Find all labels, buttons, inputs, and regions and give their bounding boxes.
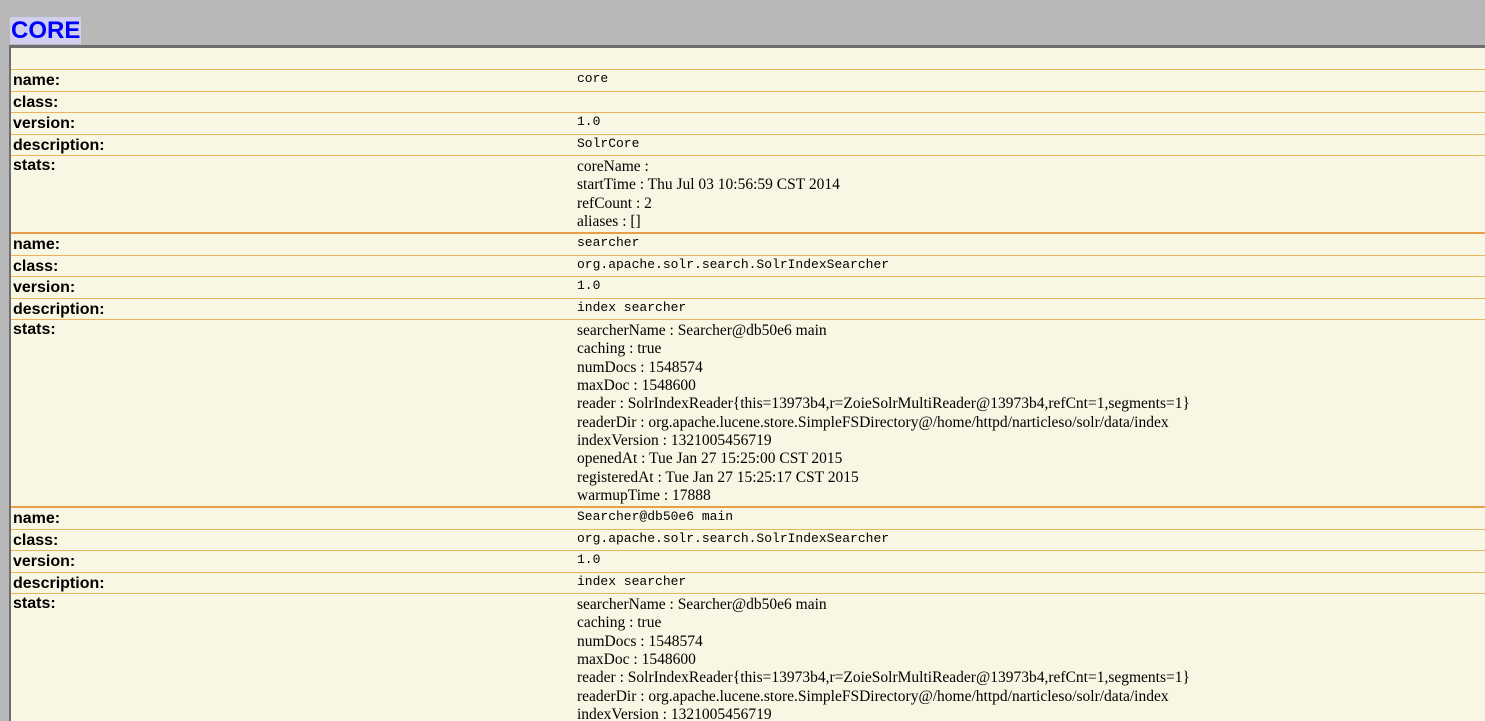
version-label: version: [13,115,76,132]
stats-label: stats: [13,595,56,613]
description-value: index searcher [577,573,687,589]
stat-line: registeredAt : Tue Jan 27 15:25:17 CST 2… [577,468,859,486]
stat-line: searcherName : Searcher@db50e6 main [577,596,827,614]
name-row: name: Searcher@db50e6 main [11,508,1485,530]
description-value: index searcher [577,299,687,315]
stat-line: readerDir : org.apache.lucene.store.Simp… [577,687,1169,705]
table-spacer-row [11,48,1485,70]
version-label: version: [13,279,76,297]
stats-row: stats: coreName : startTime : Thu Jul 03… [11,156,1485,235]
class-value: org.apache.solr.search.SolrIndexSearcher [577,530,890,546]
name-value: searcher [577,235,640,251]
version-row: version: 1.0 [11,113,1485,135]
stat-line: searcherName : Searcher@db50e6 main [577,322,827,340]
page-header: CORE [0,0,1485,45]
stats-row: stats: searcherName : Searcher@db50e6 ma… [11,594,1485,721]
description-row: description: index searcher [11,573,1485,595]
name-value: core [577,71,609,86]
stats-value: searcherName : Searcher@db50e6 main cach… [576,320,1485,506]
stat-line: startTime : Thu Jul 03 10:56:59 CST 2014 [577,176,840,194]
entry-searcher-main: name: Searcher@db50e6 main class: org.ap… [11,508,1485,721]
name-label: name: [13,236,61,254]
version-row: version: 1.0 [11,551,1485,573]
stat-line: reader : SolrIndexReader{this=13973b4,r=… [577,669,1190,687]
description-value: SolrCore [577,135,640,151]
name-label: name: [13,72,61,89]
class-row: class: org.apache.solr.search.SolrIndexS… [11,256,1485,278]
stats-label: stats: [13,321,56,339]
stat-line: indexVersion : 1321005456719 [577,705,772,721]
version-value: 1.0 [577,552,601,568]
class-label: class: [13,93,59,111]
class-label: class: [13,531,59,549]
stat-line: readerDir : org.apache.lucene.store.Simp… [577,413,1169,431]
name-value: Searcher@db50e6 main [577,509,734,525]
version-row: version: 1.0 [11,277,1485,299]
stat-line: aliases : [] [577,212,641,230]
stats-label: stats: [13,157,56,174]
stats-table: name: core class: version: 1.0 descripti… [9,45,1485,721]
stat-line: numDocs : 1548574 [577,632,703,650]
version-value: 1.0 [577,114,601,129]
stat-line: maxDoc : 1548600 [577,651,696,669]
stats-row: stats: searcherName : Searcher@db50e6 ma… [11,320,1485,509]
description-row: description: SolrCore [11,135,1485,156]
entry-core: name: core class: version: 1.0 descripti… [11,70,1485,235]
stat-line: reader : SolrIndexReader{this=13973b4,r=… [577,395,1190,413]
description-label: description: [13,574,105,592]
stat-line: caching : true [577,340,662,358]
stat-line: maxDoc : 1548600 [577,377,696,395]
stat-line: caching : true [577,614,662,632]
stat-line: openedAt : Tue Jan 27 15:25:00 CST 2015 [577,450,843,468]
stat-line: warmupTime : 17888 [577,486,711,504]
stat-line: indexVersion : 1321005456719 [577,431,772,449]
class-label: class: [13,257,59,275]
class-row: class: [11,92,1485,113]
stat-line: refCount : 2 [577,194,652,212]
name-row: name: core [11,70,1485,92]
stats-value: coreName : startTime : Thu Jul 03 10:56:… [576,156,1485,232]
description-label: description: [13,300,105,318]
class-value: org.apache.solr.search.SolrIndexSearcher [577,256,890,272]
description-row: description: index searcher [11,299,1485,321]
class-value [576,92,1485,113]
entry-searcher: name: searcher class: org.apache.solr.se… [11,234,1485,509]
stat-line: coreName : [577,158,649,175]
page-title: CORE [10,17,82,44]
stats-value: searcherName : Searcher@db50e6 main cach… [576,594,1485,721]
class-row: class: org.apache.solr.search.SolrIndexS… [11,530,1485,552]
stat-line: numDocs : 1548574 [577,358,703,376]
description-label: description: [13,136,105,154]
version-value: 1.0 [577,278,601,294]
name-row: name: searcher [11,234,1485,256]
name-label: name: [13,510,61,528]
version-label: version: [13,553,76,571]
